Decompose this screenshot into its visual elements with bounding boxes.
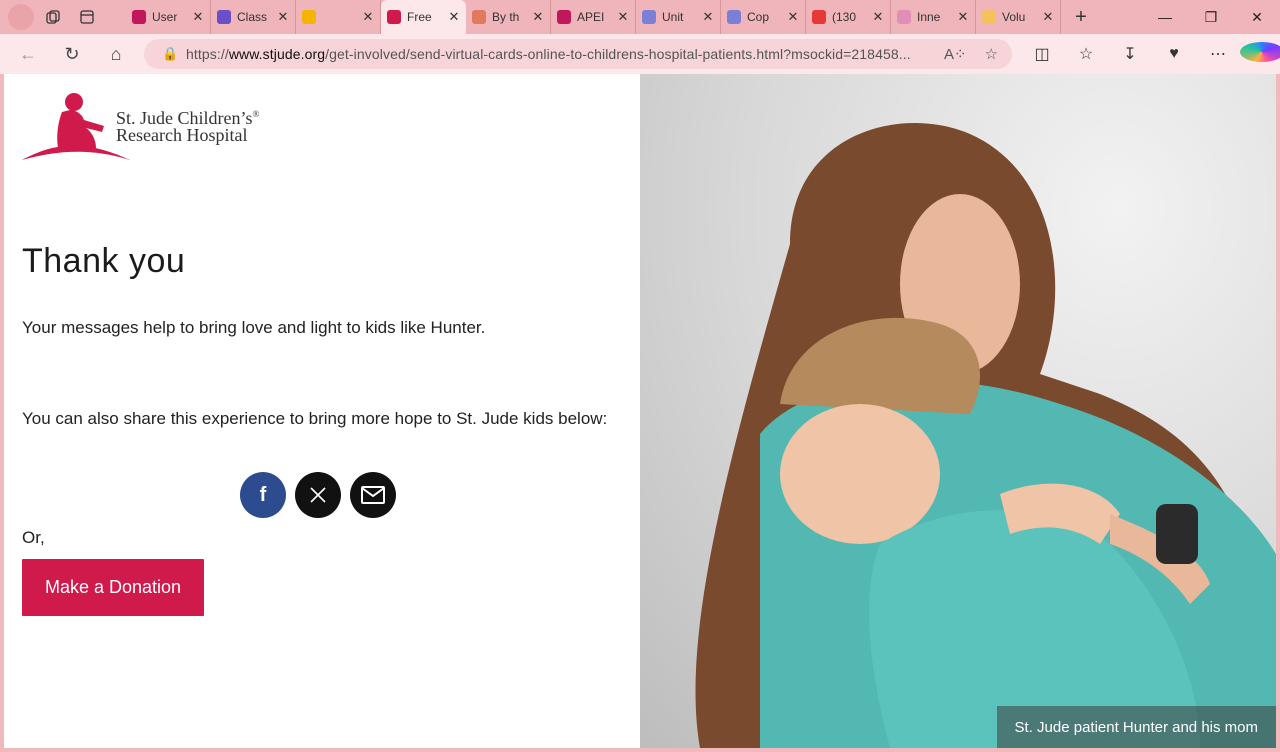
restore-button[interactable]: ❐ xyxy=(1188,9,1234,26)
home-button[interactable]: ⌂ xyxy=(94,34,138,74)
tab-label: Free xyxy=(407,10,432,24)
tab-close-icon[interactable]: ✕ xyxy=(532,9,544,25)
st-jude-logo[interactable]: St. Jude Children’s® Research Hospital xyxy=(22,92,262,162)
make-donation-button[interactable]: Make a Donation xyxy=(22,559,204,616)
browser-tab[interactable]: User ✕ xyxy=(126,0,211,34)
tab-close-icon[interactable]: ✕ xyxy=(362,9,374,25)
favorites-icon[interactable]: ☆ xyxy=(1064,44,1108,64)
tab-favicon-icon xyxy=(302,10,316,24)
tab-favicon-icon xyxy=(642,10,656,24)
tab-label: By th xyxy=(492,10,520,24)
tab-favicon-icon xyxy=(982,10,996,24)
downloads-icon[interactable]: ↧ xyxy=(1108,44,1152,64)
browser-tab[interactable]: Cop ✕ xyxy=(721,0,806,34)
or-text: Or, xyxy=(22,528,45,547)
browser-tab[interactable]: Volu ✕ xyxy=(976,0,1061,34)
tab-favicon-icon xyxy=(132,10,146,24)
tab-close-icon[interactable]: ✕ xyxy=(277,9,289,25)
lock-icon[interactable]: 🔒 xyxy=(162,46,186,62)
favorite-star-icon[interactable]: ☆ xyxy=(985,45,998,63)
tab-label: Volu xyxy=(1002,10,1026,24)
browser-tab[interactable]: APEI ✕ xyxy=(551,0,636,34)
tab-favicon-icon xyxy=(727,10,741,24)
tab-favicon-icon xyxy=(897,10,911,24)
page-title: Thank you xyxy=(22,242,186,280)
tab-close-icon[interactable]: ✕ xyxy=(1042,9,1054,25)
browser-tab[interactable]: (130 ✕ xyxy=(806,0,891,34)
email-icon xyxy=(361,486,385,504)
close-window-button[interactable]: ✕ xyxy=(1234,9,1280,26)
mother-hugging-son-image xyxy=(695,123,1276,748)
share-prompt: You can also share this experience to br… xyxy=(22,409,608,428)
tab-close-icon[interactable]: ✕ xyxy=(192,9,204,25)
tab-close-icon[interactable]: ✕ xyxy=(617,9,629,25)
url-prefix: https:// xyxy=(186,46,229,62)
browser-tab[interactable]: Inne ✕ xyxy=(891,0,976,34)
minimize-button[interactable]: — xyxy=(1142,9,1188,26)
browser-tab[interactable]: Free ✕ xyxy=(381,0,466,34)
browser-tab[interactable]: Class ✕ xyxy=(211,0,296,34)
browser-tab[interactable]: Unit ✕ xyxy=(636,0,721,34)
tab-close-icon[interactable]: ✕ xyxy=(448,9,460,25)
tab-label: Class xyxy=(237,10,268,24)
tab-favicon-icon xyxy=(387,10,401,24)
tab-close-icon[interactable]: ✕ xyxy=(702,9,714,25)
tab-favicon-icon xyxy=(812,10,826,24)
x-icon xyxy=(310,487,326,503)
tab-label: APEI xyxy=(577,10,605,24)
new-tab-button[interactable]: + xyxy=(1061,6,1101,29)
thank-you-message: Your messages help to bring love and lig… xyxy=(22,318,486,337)
more-options-icon[interactable]: ⋯ xyxy=(1196,44,1240,64)
address-bar-row: ← ↻ ⌂ 🔒 https://www.stjude.org/get-invol… xyxy=(0,34,1280,74)
email-share-button[interactable] xyxy=(350,472,396,518)
tab-label: User xyxy=(152,10,178,24)
url-domain: www.stjude.org xyxy=(228,46,326,62)
browser-essentials-icon[interactable]: ♥ xyxy=(1152,45,1196,63)
browser-tab[interactable]: By th ✕ xyxy=(466,0,551,34)
browser-tab[interactable]: ✕ xyxy=(296,0,381,34)
web-page: St. Jude Children’s® Research Hospital T… xyxy=(4,74,1276,748)
url-path: /get-involved/send-virtual-cards-online-… xyxy=(325,46,911,62)
address-bar[interactable]: 🔒 https://www.stjude.org/get-involved/se… xyxy=(144,39,1012,69)
tab-actions-icon[interactable] xyxy=(72,4,102,30)
tab-label: Cop xyxy=(747,10,770,24)
x-share-button[interactable] xyxy=(295,472,341,518)
share-buttons: f xyxy=(240,472,396,518)
tab-label: Inne xyxy=(917,10,941,24)
tab-favicon-icon xyxy=(557,10,571,24)
facebook-share-button[interactable]: f xyxy=(240,472,286,518)
facebook-icon: f xyxy=(259,483,267,506)
photo-caption: St. Jude patient Hunter and his mom xyxy=(996,706,1276,748)
tab-close-icon[interactable]: ✕ xyxy=(787,9,799,25)
tab-close-icon[interactable]: ✕ xyxy=(957,9,969,25)
logo-wordmark: St. Jude Children’s® Research Hospital xyxy=(116,108,260,145)
copilot-icon[interactable] xyxy=(1240,41,1280,67)
hero-photo: St. Jude patient Hunter and his mom xyxy=(640,74,1276,748)
thank-you-panel: St. Jude Children’s® Research Hospital T… xyxy=(4,74,640,748)
split-screen-icon[interactable]: ◫ xyxy=(1020,44,1064,64)
tab-favicon-icon xyxy=(472,10,486,24)
tab-bar: User ✕ Class ✕ ✕ Free ✕ By th ✕ APEI ✕ Unit ✕ Cop ✕ (13… xyxy=(0,0,1280,34)
back-button[interactable]: ← xyxy=(6,34,50,74)
tab-favicon-icon xyxy=(217,10,231,24)
tab-label: (130 xyxy=(832,10,857,24)
refresh-button[interactable]: ↻ xyxy=(50,34,94,74)
tab-close-icon[interactable]: ✕ xyxy=(872,9,884,25)
collections-icon[interactable] xyxy=(38,4,68,30)
profile-avatar[interactable] xyxy=(8,4,34,30)
tab-label: Unit xyxy=(662,10,684,24)
read-aloud-icon[interactable]: A⁘ xyxy=(944,45,967,63)
